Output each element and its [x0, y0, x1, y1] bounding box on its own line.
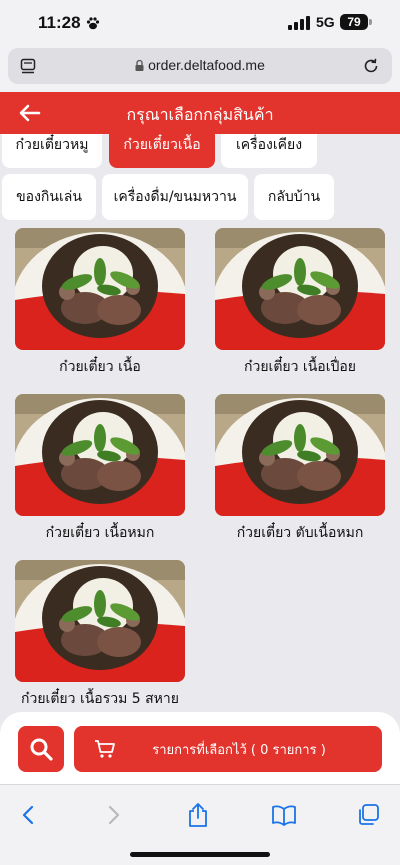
search-button[interactable]: [18, 726, 64, 772]
browser-forward-button[interactable]: [100, 801, 128, 829]
network-type: 5G: [316, 14, 335, 30]
paw-icon: [86, 17, 100, 30]
product-name: ก๋วยเตี๋ยว เนื้อหมก: [45, 525, 155, 541]
category-chips: ก๋วยเตี๋ยวหมู ก๋วยเตี๋ยวเนื้อ เครื่องเคี…: [0, 134, 400, 226]
product-card[interactable]: ก๋วยเตี๋ยว ตับเนื้อหมก: [215, 394, 385, 544]
category-chip-beef-noodles[interactable]: ก๋วยเตี๋ยวเนื้อ: [109, 134, 215, 168]
category-chip-snacks[interactable]: ของกินเล่น: [2, 174, 96, 220]
status-time: 11:28: [38, 13, 81, 32]
product-image: [15, 560, 185, 682]
chevron-right-icon: [108, 805, 120, 825]
bookmarks-button[interactable]: [270, 801, 298, 829]
cart-button[interactable]: รายการที่เลือกไว้ ( 0 รายการ ): [74, 726, 382, 772]
product-image: [215, 394, 385, 516]
browser-back-button[interactable]: [14, 801, 42, 829]
category-chip-takeaway[interactable]: กลับบ้าน: [254, 174, 334, 220]
search-icon: [30, 738, 53, 761]
product-card[interactable]: ก๋วยเตี๋ยว เนื้อเปื่อย: [215, 228, 385, 378]
product-image: [15, 228, 185, 350]
tabs-button[interactable]: [354, 801, 382, 829]
product-image: [15, 394, 185, 516]
status-bar: 11:28 5G 79: [0, 0, 400, 46]
category-chip-pork-noodles[interactable]: ก๋วยเตี๋ยวหมู: [2, 134, 102, 168]
page-title: กรุณาเลือกกลุ่มสินค้า: [126, 105, 274, 124]
product-name: ก๋วยเตี๋ยว เนื้อรวม 5 สหาย: [21, 691, 179, 707]
action-bar: รายการที่เลือกไว้ ( 0 รายการ ): [0, 712, 400, 784]
chevron-left-icon: [22, 805, 34, 825]
cart-label: รายการที่เลือกไว้ ( 0 รายการ ): [152, 742, 326, 758]
product-card[interactable]: ก๋วยเตี๋ยว เนื้อ: [15, 228, 185, 378]
category-chip-side-dishes[interactable]: เครื่องเคียง: [221, 134, 317, 168]
battery-tip: [369, 19, 372, 25]
product-card[interactable]: ก๋วยเตี๋ยว เนื้อหมก: [15, 394, 185, 544]
lock-icon: [135, 60, 144, 71]
tabs-icon: [359, 804, 379, 825]
signal-icon: [288, 16, 310, 30]
product-name: ก๋วยเตี๋ยว เนื้อ: [59, 359, 141, 375]
reload-icon[interactable]: [362, 57, 380, 75]
app-header: กรุณาเลือกกลุ่มสินค้า: [0, 92, 400, 134]
share-icon: [189, 803, 207, 827]
url-display[interactable]: order.deltafood.me: [8, 57, 392, 73]
cart-icon: [95, 740, 115, 758]
product-name: ก๋วยเตี๋ยว ตับเนื้อหมก: [236, 525, 364, 541]
share-button[interactable]: [184, 801, 212, 829]
browser-address-area: order.deltafood.me: [0, 46, 400, 92]
home-indicator: [130, 852, 270, 857]
product-image: [215, 228, 385, 350]
book-icon: [272, 805, 296, 826]
category-chip-drinks-desserts[interactable]: เครื่องดื่ม/ขนมหวาน: [102, 174, 248, 220]
product-card[interactable]: ก๋วยเตี๋ยว เนื้อรวม 5 สหาย: [15, 560, 185, 710]
address-bar[interactable]: order.deltafood.me: [8, 48, 392, 84]
url-text: order.deltafood.me: [148, 57, 265, 73]
battery-level: 79: [340, 14, 368, 30]
product-name: ก๋วยเตี๋ยว เนื้อเปื่อย: [244, 359, 356, 375]
